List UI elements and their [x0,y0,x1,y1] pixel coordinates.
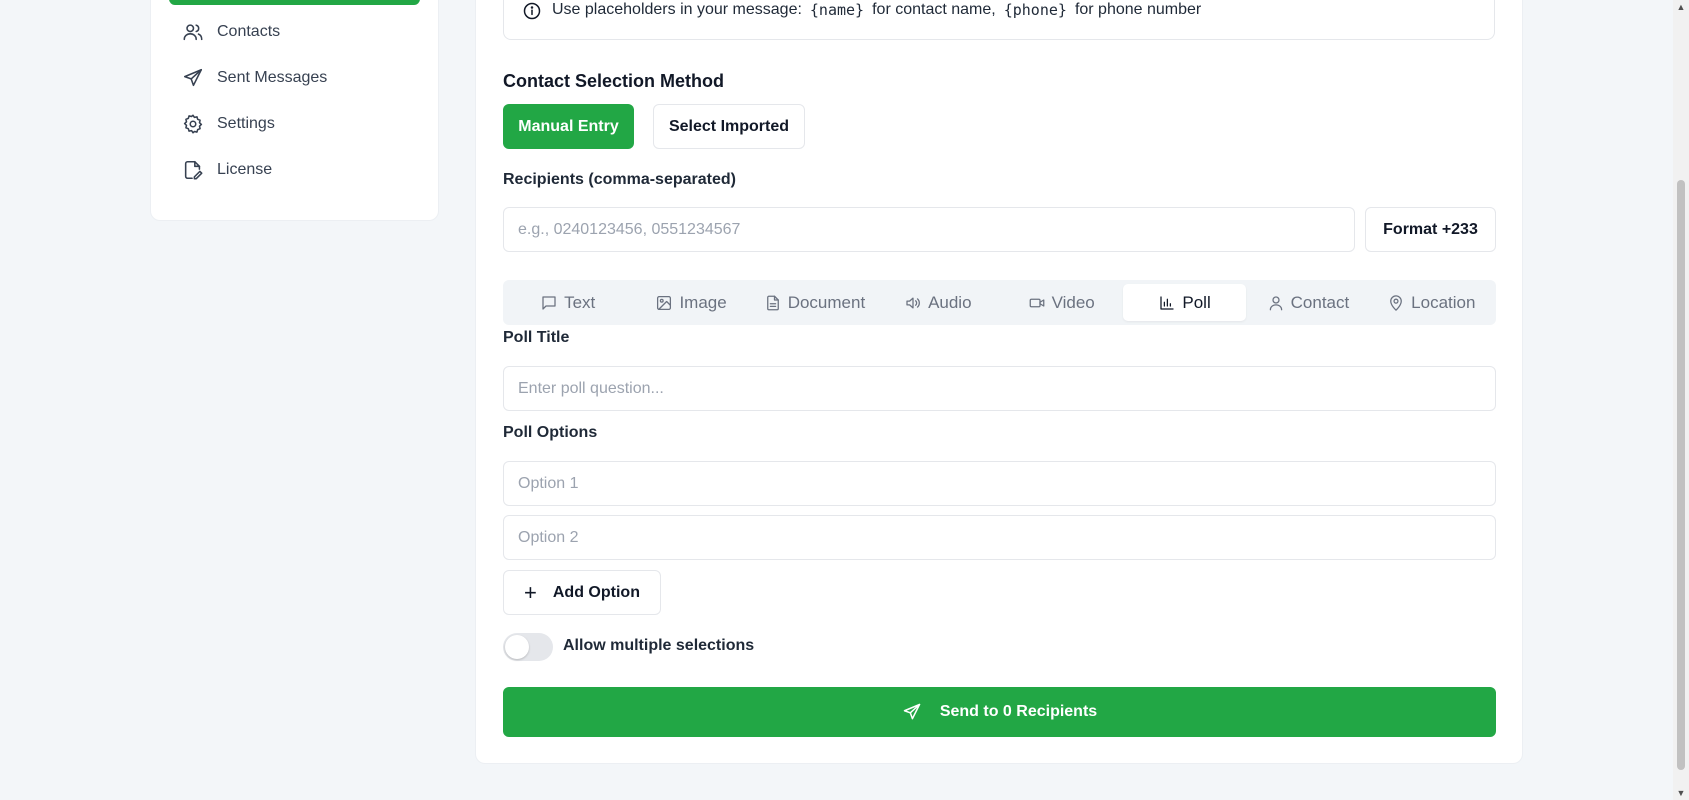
sidebar-active-item[interactable] [169,0,420,5]
add-option-label: Add Option [552,583,640,601]
tab-label: Document [787,292,866,312]
select-imported-button[interactable]: Select Imported [653,104,805,149]
recipients-label: Recipients (comma-separated) [503,171,736,188]
name-placeholder-code: {name} [809,1,865,19]
recipients-input[interactable] [503,207,1355,252]
sidebar-item-label: Settings [217,115,275,132]
poll-option-2-input[interactable] [503,515,1496,560]
send-icon [903,703,921,720]
tab-label: Contact [1290,292,1350,312]
message-icon [542,295,556,310]
sidebar-item-label: Contacts [217,23,281,40]
sidebar-item-label: Sent Messages [217,69,328,86]
tab-label: Video [1051,292,1095,312]
poll-title-input[interactable] [503,366,1496,411]
video-icon [1029,298,1044,307]
tab-video[interactable]: Video [1000,284,1123,321]
user-icon [1269,295,1282,310]
phone-placeholder-code: {phone} [1003,1,1067,19]
image-icon [657,295,672,310]
tab-label: Location [1411,292,1476,312]
manual-entry-button[interactable]: Manual Entry [503,104,634,149]
tab-poll[interactable]: Poll [1122,284,1247,321]
send-button[interactable]: Send to 0 Recipients [503,687,1496,737]
sidebar-item-sent-messages[interactable]: Sent Messages [181,63,327,93]
allow-multiple-label: Allow multiple selections [563,637,755,654]
add-option-button[interactable]: + Add Option [503,570,661,615]
bar-chart-icon [1160,295,1175,310]
placeholder-info-text: Use placeholders in your message: {name}… [552,1,1201,19]
compose-card: Use placeholders in your message: {name}… [475,0,1523,764]
sidebar: Contacts Sent Messages Settings License [150,0,439,221]
document-icon [766,295,779,310]
scroll-down-arrow-icon[interactable]: ▼ [1676,788,1686,798]
poll-option-1-input[interactable] [503,461,1496,506]
tab-label: Image [679,292,727,312]
tab-text[interactable]: Text [506,284,629,321]
allow-multiple-toggle[interactable] [503,633,553,661]
tab-image[interactable]: Image [629,284,752,321]
users-icon [181,20,205,44]
tab-document[interactable]: Document [753,284,876,321]
page-scrollbar[interactable]: ▲ ▼ [1673,0,1689,800]
phone-placeholder-desc: for phone number [1074,1,1202,18]
info-icon [522,1,542,21]
placeholder-info-box: Use placeholders in your message: {name}… [503,0,1495,40]
scroll-up-arrow-icon[interactable]: ▲ [1676,2,1686,12]
sidebar-item-label: License [217,161,273,178]
contact-selection-title: Contact Selection Method [503,71,725,91]
sidebar-item-settings[interactable]: Settings [181,109,275,139]
tab-label: Audio [928,292,972,312]
sidebar-item-license[interactable]: License [181,155,272,185]
sidebar-item-contacts[interactable]: Contacts [181,17,280,47]
message-type-tabs: Text Image Document Audio Video Poll Con… [503,280,1496,325]
license-edit-icon [181,158,205,182]
gear-icon [181,112,205,136]
plus-icon: + [524,579,537,605]
format-233-button[interactable]: Format +233 [1365,207,1496,252]
tab-label: Text [564,292,596,312]
poll-options-label: Poll Options [503,424,598,441]
tab-location[interactable]: Location [1370,284,1493,321]
scrollbar-thumb[interactable] [1677,180,1685,770]
map-pin-icon [1390,294,1403,311]
speaker-icon [906,296,920,309]
name-placeholder-desc: for contact name, [872,1,996,18]
tab-contact[interactable]: Contact [1246,284,1369,321]
info-prefix: Use placeholders in your message: [552,1,802,18]
send-icon [181,66,205,90]
send-button-label: Send to 0 Recipients [939,703,1098,720]
tab-audio[interactable]: Audio [876,284,999,321]
toggle-knob [505,635,529,659]
poll-title-label: Poll Title [503,329,570,346]
tab-label: Poll [1182,292,1211,312]
